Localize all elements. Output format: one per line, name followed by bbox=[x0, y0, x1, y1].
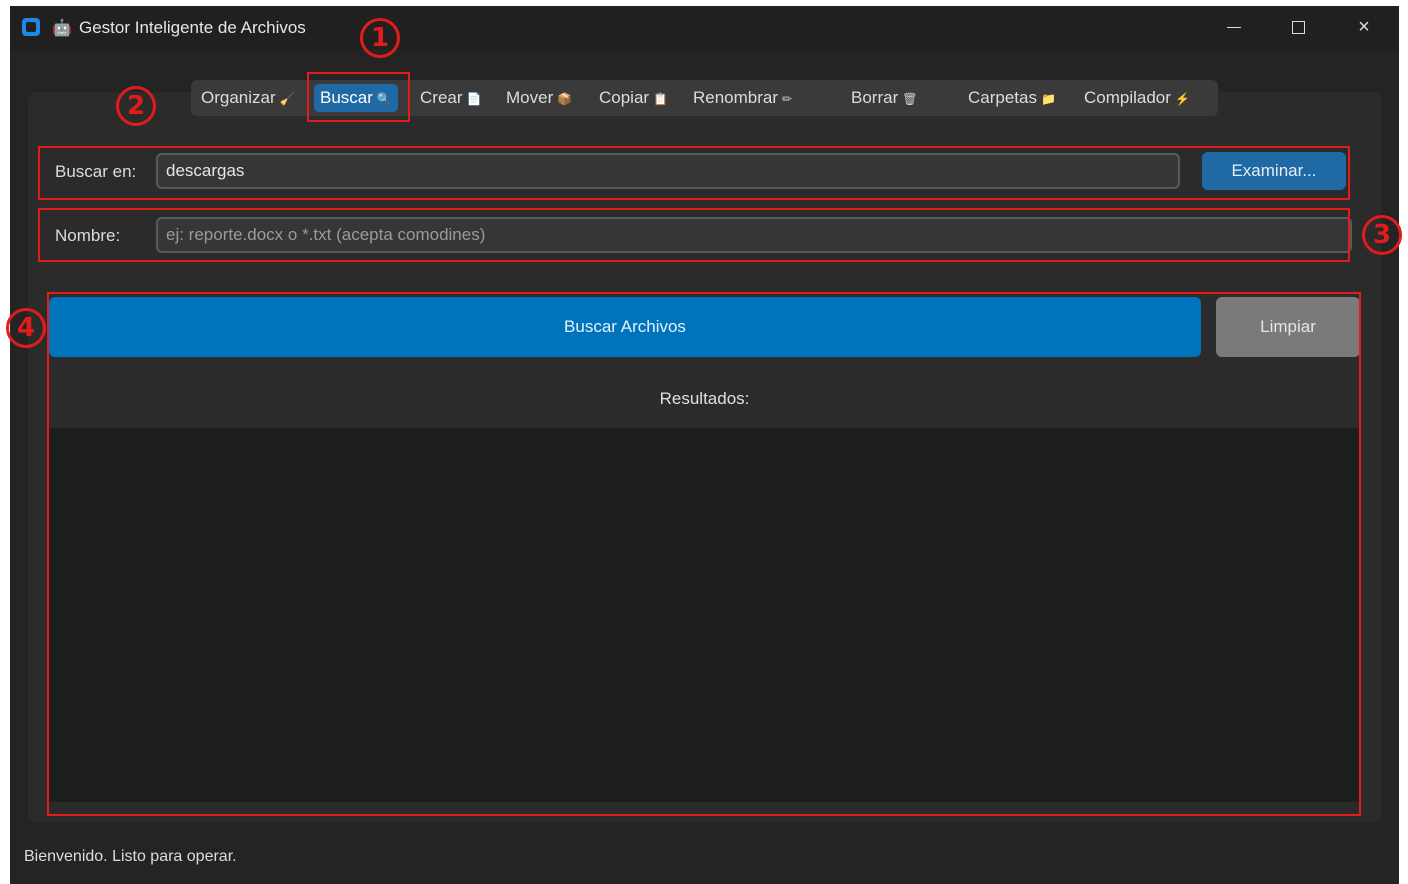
maximize-icon bbox=[1291, 21, 1305, 35]
maximize-button[interactable] bbox=[1278, 12, 1318, 42]
annotation-box-search-in bbox=[38, 146, 1350, 200]
tab-label: Borrar bbox=[851, 88, 899, 107]
annotation-box-tab bbox=[307, 72, 410, 122]
folder-icon: 📁 bbox=[1040, 92, 1056, 106]
tab-label: Carpetas bbox=[968, 88, 1037, 107]
close-icon: × bbox=[1358, 16, 1370, 38]
tab-label: Organizar bbox=[201, 88, 276, 107]
tab-renombrar[interactable]: Renombrar ✏ bbox=[687, 84, 798, 112]
minimize-icon bbox=[1227, 27, 1241, 29]
window-title: Gestor Inteligente de Archivos bbox=[79, 18, 306, 37]
lightning-icon: ⚡ bbox=[1174, 92, 1190, 106]
annotation-marker-3: 3 bbox=[1362, 215, 1402, 255]
title-bar[interactable]: 🤖 Gestor Inteligente de Archivos × bbox=[10, 6, 1399, 50]
annotation-box-results bbox=[47, 292, 1361, 816]
app-logo-icon bbox=[22, 18, 40, 36]
annotation-box-name bbox=[38, 208, 1350, 262]
tab-crear[interactable]: Crear 📄 bbox=[414, 84, 487, 112]
clipboard-icon: 📋 bbox=[653, 92, 669, 106]
close-button[interactable]: × bbox=[1344, 12, 1384, 42]
tab-organizar[interactable]: Organizar 🧹 bbox=[195, 84, 301, 112]
package-icon: 📦 bbox=[557, 92, 573, 106]
minimize-button[interactable] bbox=[1214, 12, 1254, 42]
trash-icon: 🗑 bbox=[902, 92, 918, 106]
tab-copiar[interactable]: Copiar 📋 bbox=[593, 84, 674, 112]
tab-compilador[interactable]: Compilador ⚡ bbox=[1078, 84, 1196, 112]
pencil-icon: ✏ bbox=[782, 92, 793, 106]
tab-label: Mover bbox=[506, 88, 554, 107]
tab-mover[interactable]: Mover 📦 bbox=[500, 84, 578, 112]
annotation-marker-1: 1 bbox=[360, 18, 400, 58]
tab-label: Renombrar bbox=[693, 88, 779, 107]
tab-label: Compilador bbox=[1084, 88, 1171, 107]
tab-label: Crear bbox=[420, 88, 463, 107]
tab-borrar[interactable]: Borrar 🗑 bbox=[845, 84, 923, 112]
annotation-marker-2: 2 bbox=[116, 86, 156, 126]
tab-carpetas[interactable]: Carpetas 📁 bbox=[962, 84, 1062, 112]
status-bar: Bienvenido. Listo para operar. bbox=[24, 848, 237, 865]
tab-label: Copiar bbox=[599, 88, 650, 107]
broom-icon: 🧹 bbox=[279, 92, 295, 106]
robot-icon: 🤖 bbox=[52, 20, 72, 37]
document-icon: 📄 bbox=[466, 92, 482, 106]
annotation-marker-4: 4 bbox=[6, 308, 46, 348]
